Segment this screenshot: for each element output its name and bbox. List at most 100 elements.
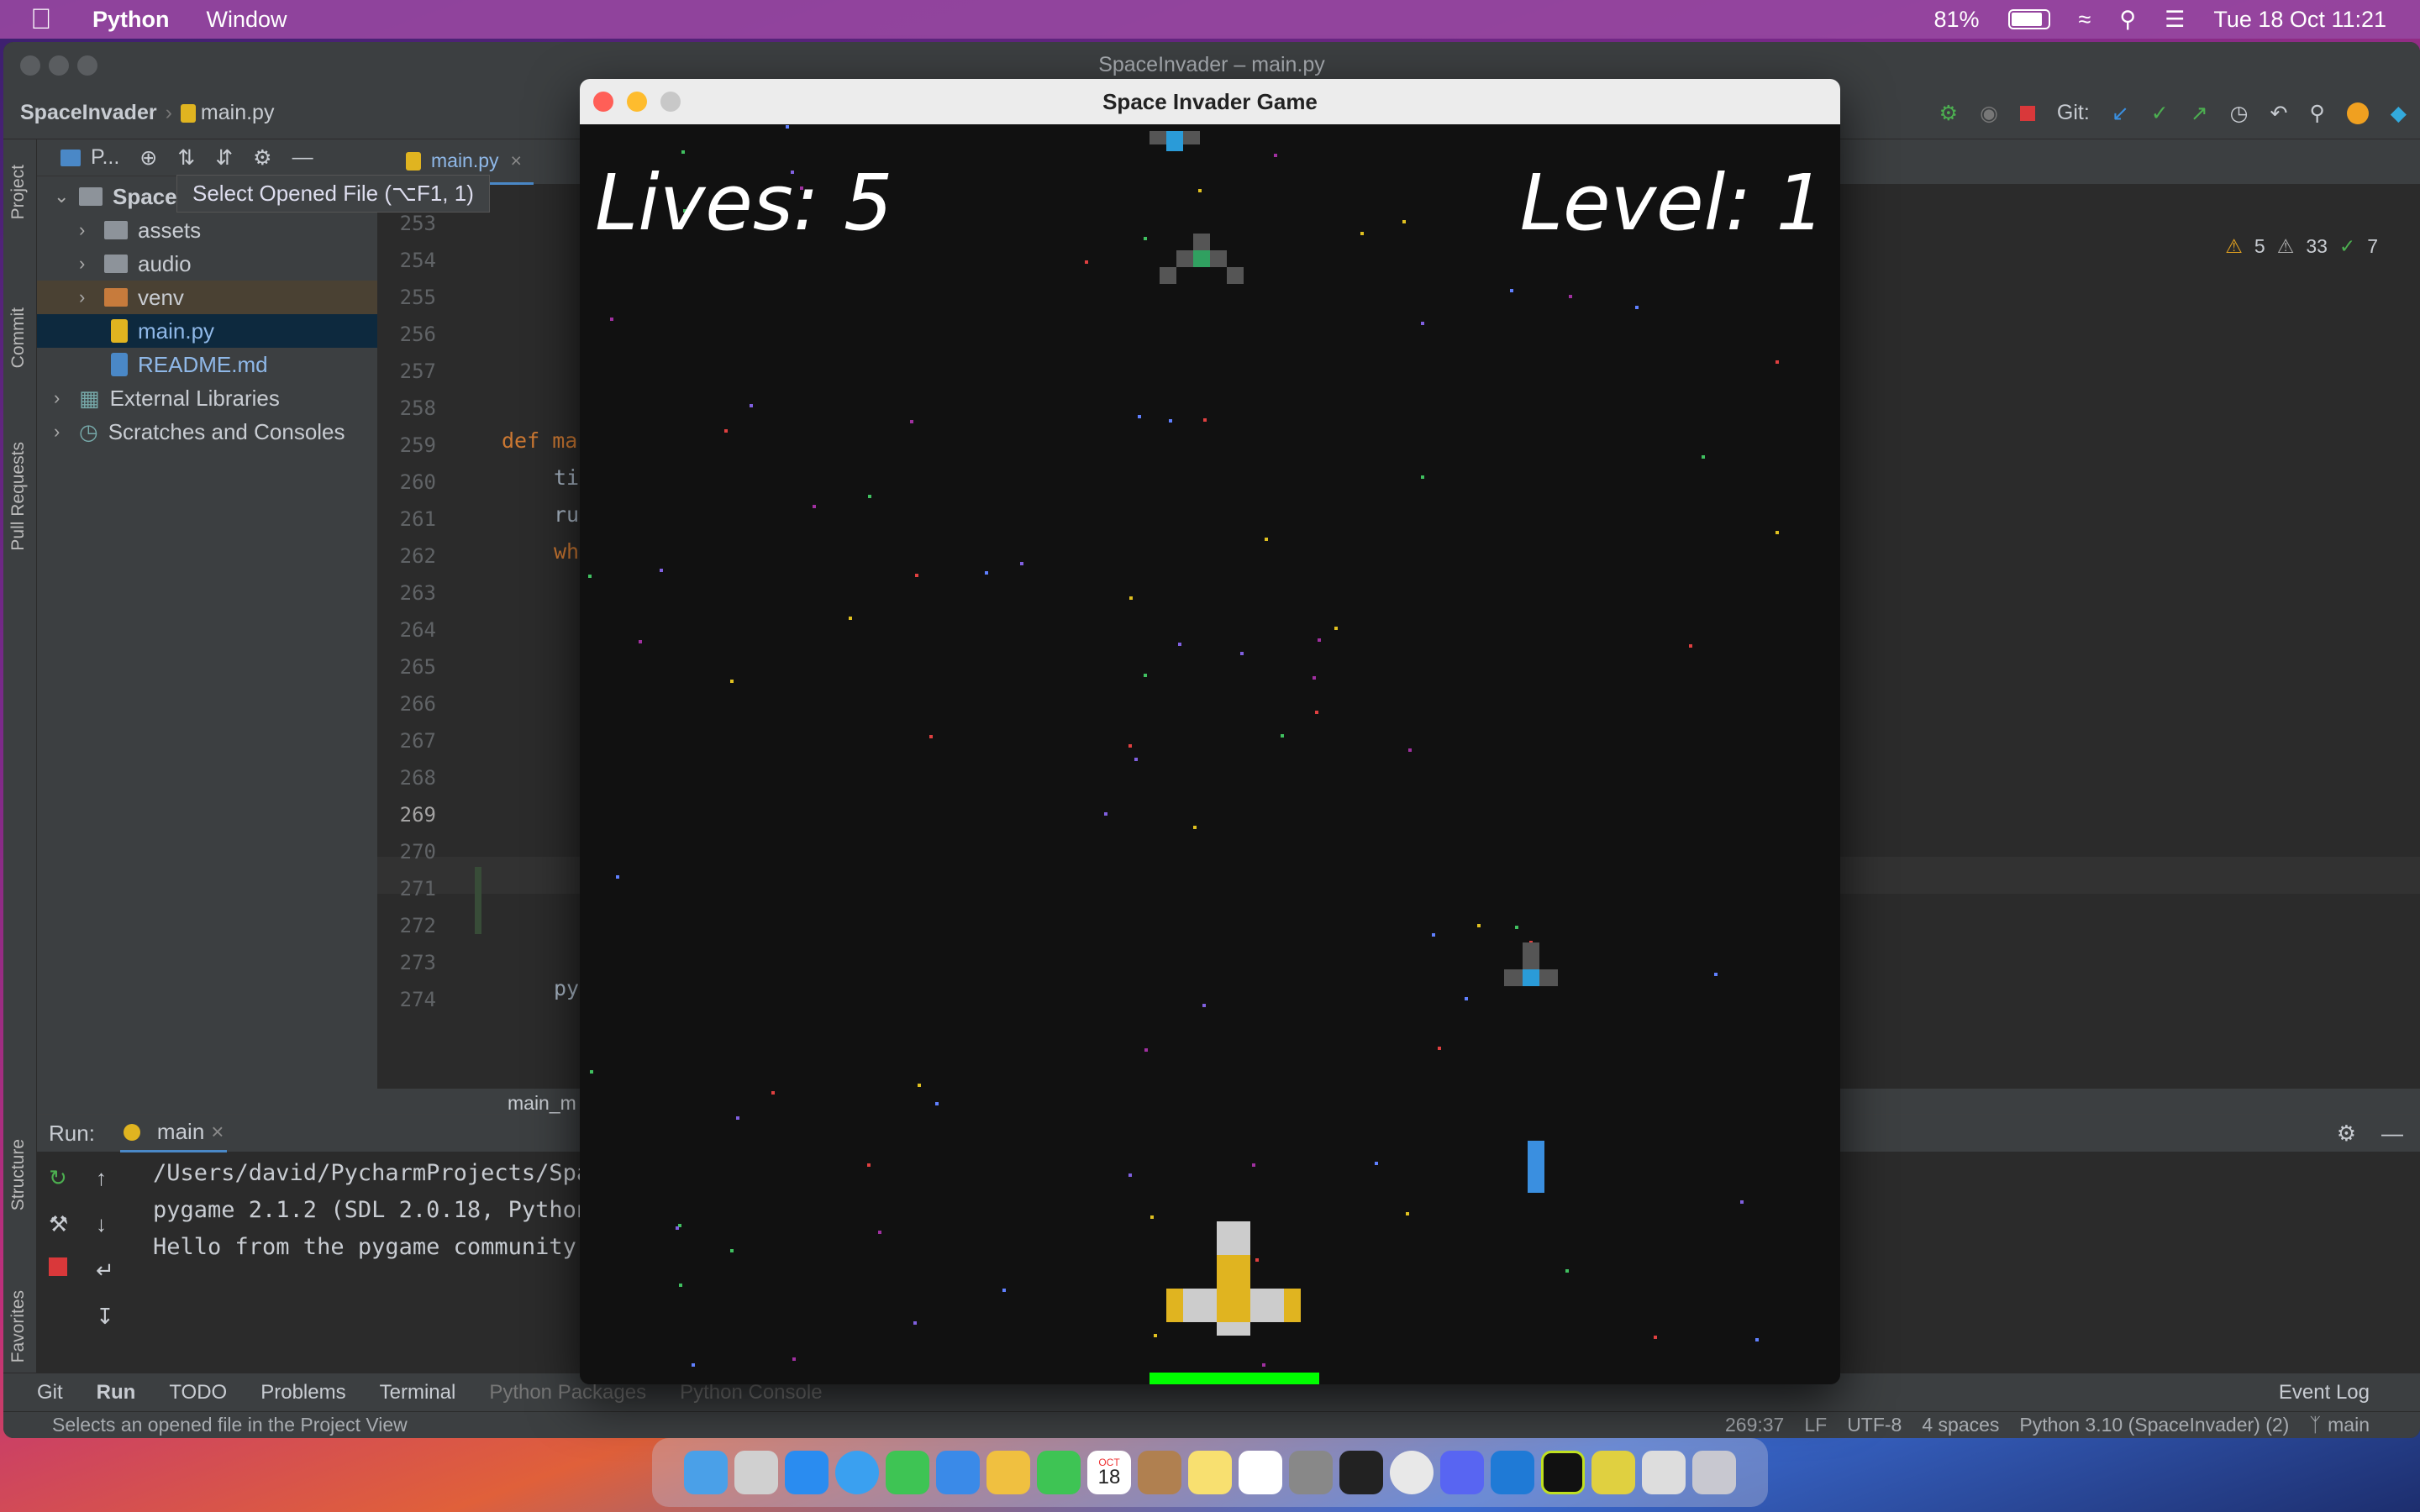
tree-item-venv[interactable]: › venv [37, 281, 377, 314]
locate-icon[interactable]: ⊕ [139, 145, 157, 171]
rerun-icon[interactable]: ↻ [49, 1165, 68, 1191]
menu-app[interactable]: Python [92, 7, 170, 33]
tree-item-readme[interactable]: README.md [37, 348, 377, 381]
zoom-button[interactable] [77, 55, 97, 76]
launchpad-icon[interactable] [734, 1451, 778, 1494]
line-separator[interactable]: LF [1804, 1414, 1827, 1436]
caret-position[interactable]: 269:37 [1725, 1414, 1784, 1436]
star [1154, 1334, 1157, 1337]
chevron-right-icon: › [54, 387, 60, 408]
expand-all-icon[interactable]: ⇅ [177, 145, 195, 171]
vscode-icon[interactable] [1491, 1451, 1534, 1494]
breadcrumb-file[interactable]: main.py [201, 101, 275, 125]
stop-icon[interactable] [49, 1257, 67, 1276]
down-icon[interactable]: ↓ [96, 1211, 114, 1237]
star [679, 1284, 682, 1287]
up-icon[interactable]: ↑ [96, 1165, 114, 1191]
close-button[interactable] [20, 55, 40, 76]
tab-favorites[interactable]: Favorites [8, 1290, 29, 1362]
tree-item-external-libraries[interactable]: › ▦ External Libraries [37, 381, 377, 415]
hide-icon[interactable]: — [292, 145, 313, 170]
contacts-icon[interactable] [1138, 1451, 1181, 1494]
tree-item-assets[interactable]: › assets [37, 213, 377, 247]
calendar-icon[interactable]: OCT 18 [1087, 1451, 1131, 1494]
tool-tab-terminal[interactable]: Terminal [380, 1381, 456, 1404]
tab-pull-requests[interactable]: Pull Requests [8, 442, 29, 551]
star [1438, 1047, 1441, 1050]
jetbrains-icon[interactable]: ◆ [2391, 101, 2407, 126]
close-icon[interactable]: × [211, 1119, 224, 1145]
wrench-icon[interactable]: ⚒ [49, 1211, 68, 1237]
battery-percent: 81% [1933, 6, 1980, 32]
minimize-button[interactable] [49, 55, 69, 76]
rollback-icon[interactable]: ↶ [2270, 101, 2288, 126]
python-launcher-icon[interactable] [1591, 1451, 1635, 1494]
close-icon[interactable]: × [511, 150, 522, 172]
tab-commit[interactable]: Commit [8, 307, 29, 368]
tool-tab-todo[interactable]: TODO [169, 1381, 227, 1404]
settings-icon[interactable]: ⚙ [2337, 1121, 2356, 1147]
spotlight-icon[interactable]: ⚲ [2119, 7, 2136, 33]
breadcrumb-project[interactable]: SpaceInvader [20, 101, 157, 125]
game-canvas[interactable]: Lives: 5 Level: 1 [580, 124, 1840, 1384]
tree-item-main-py[interactable]: main.py [37, 314, 377, 348]
close-button[interactable] [593, 92, 613, 112]
trash-icon[interactable] [1692, 1451, 1736, 1494]
settings-icon[interactable]: ⚙ [253, 145, 271, 171]
git-branch[interactable]: main [2328, 1414, 2370, 1436]
minimize-button[interactable] [627, 92, 647, 112]
tool-tab-run[interactable]: Run [97, 1381, 136, 1404]
tool-tab-git[interactable]: Git [37, 1381, 63, 1404]
tab-structure[interactable]: Structure [8, 1139, 29, 1210]
interpreter[interactable]: Python 3.10 (SpaceInvader) (2) [2019, 1414, 2289, 1436]
photos-icon[interactable] [986, 1451, 1030, 1494]
tab-project[interactable]: Project [8, 165, 29, 219]
app-store-icon[interactable] [785, 1451, 829, 1494]
collapse-all-icon[interactable]: ⇵ [215, 145, 233, 171]
zoom-button[interactable] [660, 92, 681, 112]
messages-icon[interactable] [886, 1451, 929, 1494]
tool-tab-problems[interactable]: Problems [260, 1381, 345, 1404]
tree-item-scratches[interactable]: › ◷ Scratches and Consoles [37, 415, 377, 449]
project-view-selector[interactable]: P... [91, 145, 119, 170]
git-push-icon[interactable]: ↗ [2191, 101, 2208, 126]
soft-wrap-icon[interactable]: ↵ [96, 1257, 114, 1284]
line-number: 257 [399, 360, 436, 383]
hide-icon[interactable]: — [2381, 1121, 2403, 1147]
discord-icon[interactable] [1440, 1451, 1484, 1494]
clock[interactable]: Tue 18 Oct 11:21 [2213, 7, 2386, 33]
git-commit-icon[interactable]: ✓ [2151, 101, 2169, 126]
reminders-icon[interactable] [1239, 1451, 1282, 1494]
stop-icon[interactable] [2019, 105, 2035, 121]
history-icon[interactable]: ◷ [2230, 101, 2249, 126]
event-log[interactable]: Event Log [2279, 1381, 2370, 1404]
update-icon[interactable] [2346, 102, 2369, 124]
line-number: 273 [399, 951, 436, 974]
menu-window[interactable]: Window [207, 7, 287, 33]
wifi-icon[interactable]: ≈ [2079, 7, 2091, 33]
indent-setting[interactable]: 4 spaces [1922, 1414, 1999, 1436]
debug-icon[interactable]: ⚙ [1939, 101, 1958, 126]
apple-icon[interactable]:  [30, 3, 55, 36]
inspection-widget[interactable]: ⚠ 5 ⚠ 33 ✓ 7 [2225, 235, 2378, 258]
search-icon[interactable]: ⚲ [2309, 101, 2324, 126]
battery-icon[interactable] [2007, 9, 2050, 29]
ok-count: 7 [2367, 235, 2378, 257]
notes-icon[interactable] [1188, 1451, 1232, 1494]
facetime-icon[interactable] [1037, 1451, 1081, 1494]
mail-icon[interactable] [936, 1451, 980, 1494]
run-config-tab[interactable]: main × [119, 1114, 228, 1152]
control-center-icon[interactable]: ☰ [2165, 7, 2185, 33]
coverage-icon[interactable]: ◉ [1980, 101, 1998, 126]
music-icon[interactable] [1642, 1451, 1686, 1494]
file-encoding[interactable]: UTF-8 [1847, 1414, 1902, 1436]
finder-icon[interactable] [684, 1451, 728, 1494]
safari-icon[interactable] [835, 1451, 879, 1494]
pycharm-icon[interactable] [1541, 1451, 1585, 1494]
scroll-end-icon[interactable]: ↧ [96, 1304, 114, 1330]
system-preferences-icon[interactable] [1289, 1451, 1333, 1494]
terminal-icon[interactable] [1339, 1451, 1383, 1494]
git-update-icon[interactable]: ↙ [2112, 101, 2129, 126]
tree-item-audio[interactable]: › audio [37, 247, 377, 281]
chrome-icon[interactable] [1390, 1451, 1434, 1494]
